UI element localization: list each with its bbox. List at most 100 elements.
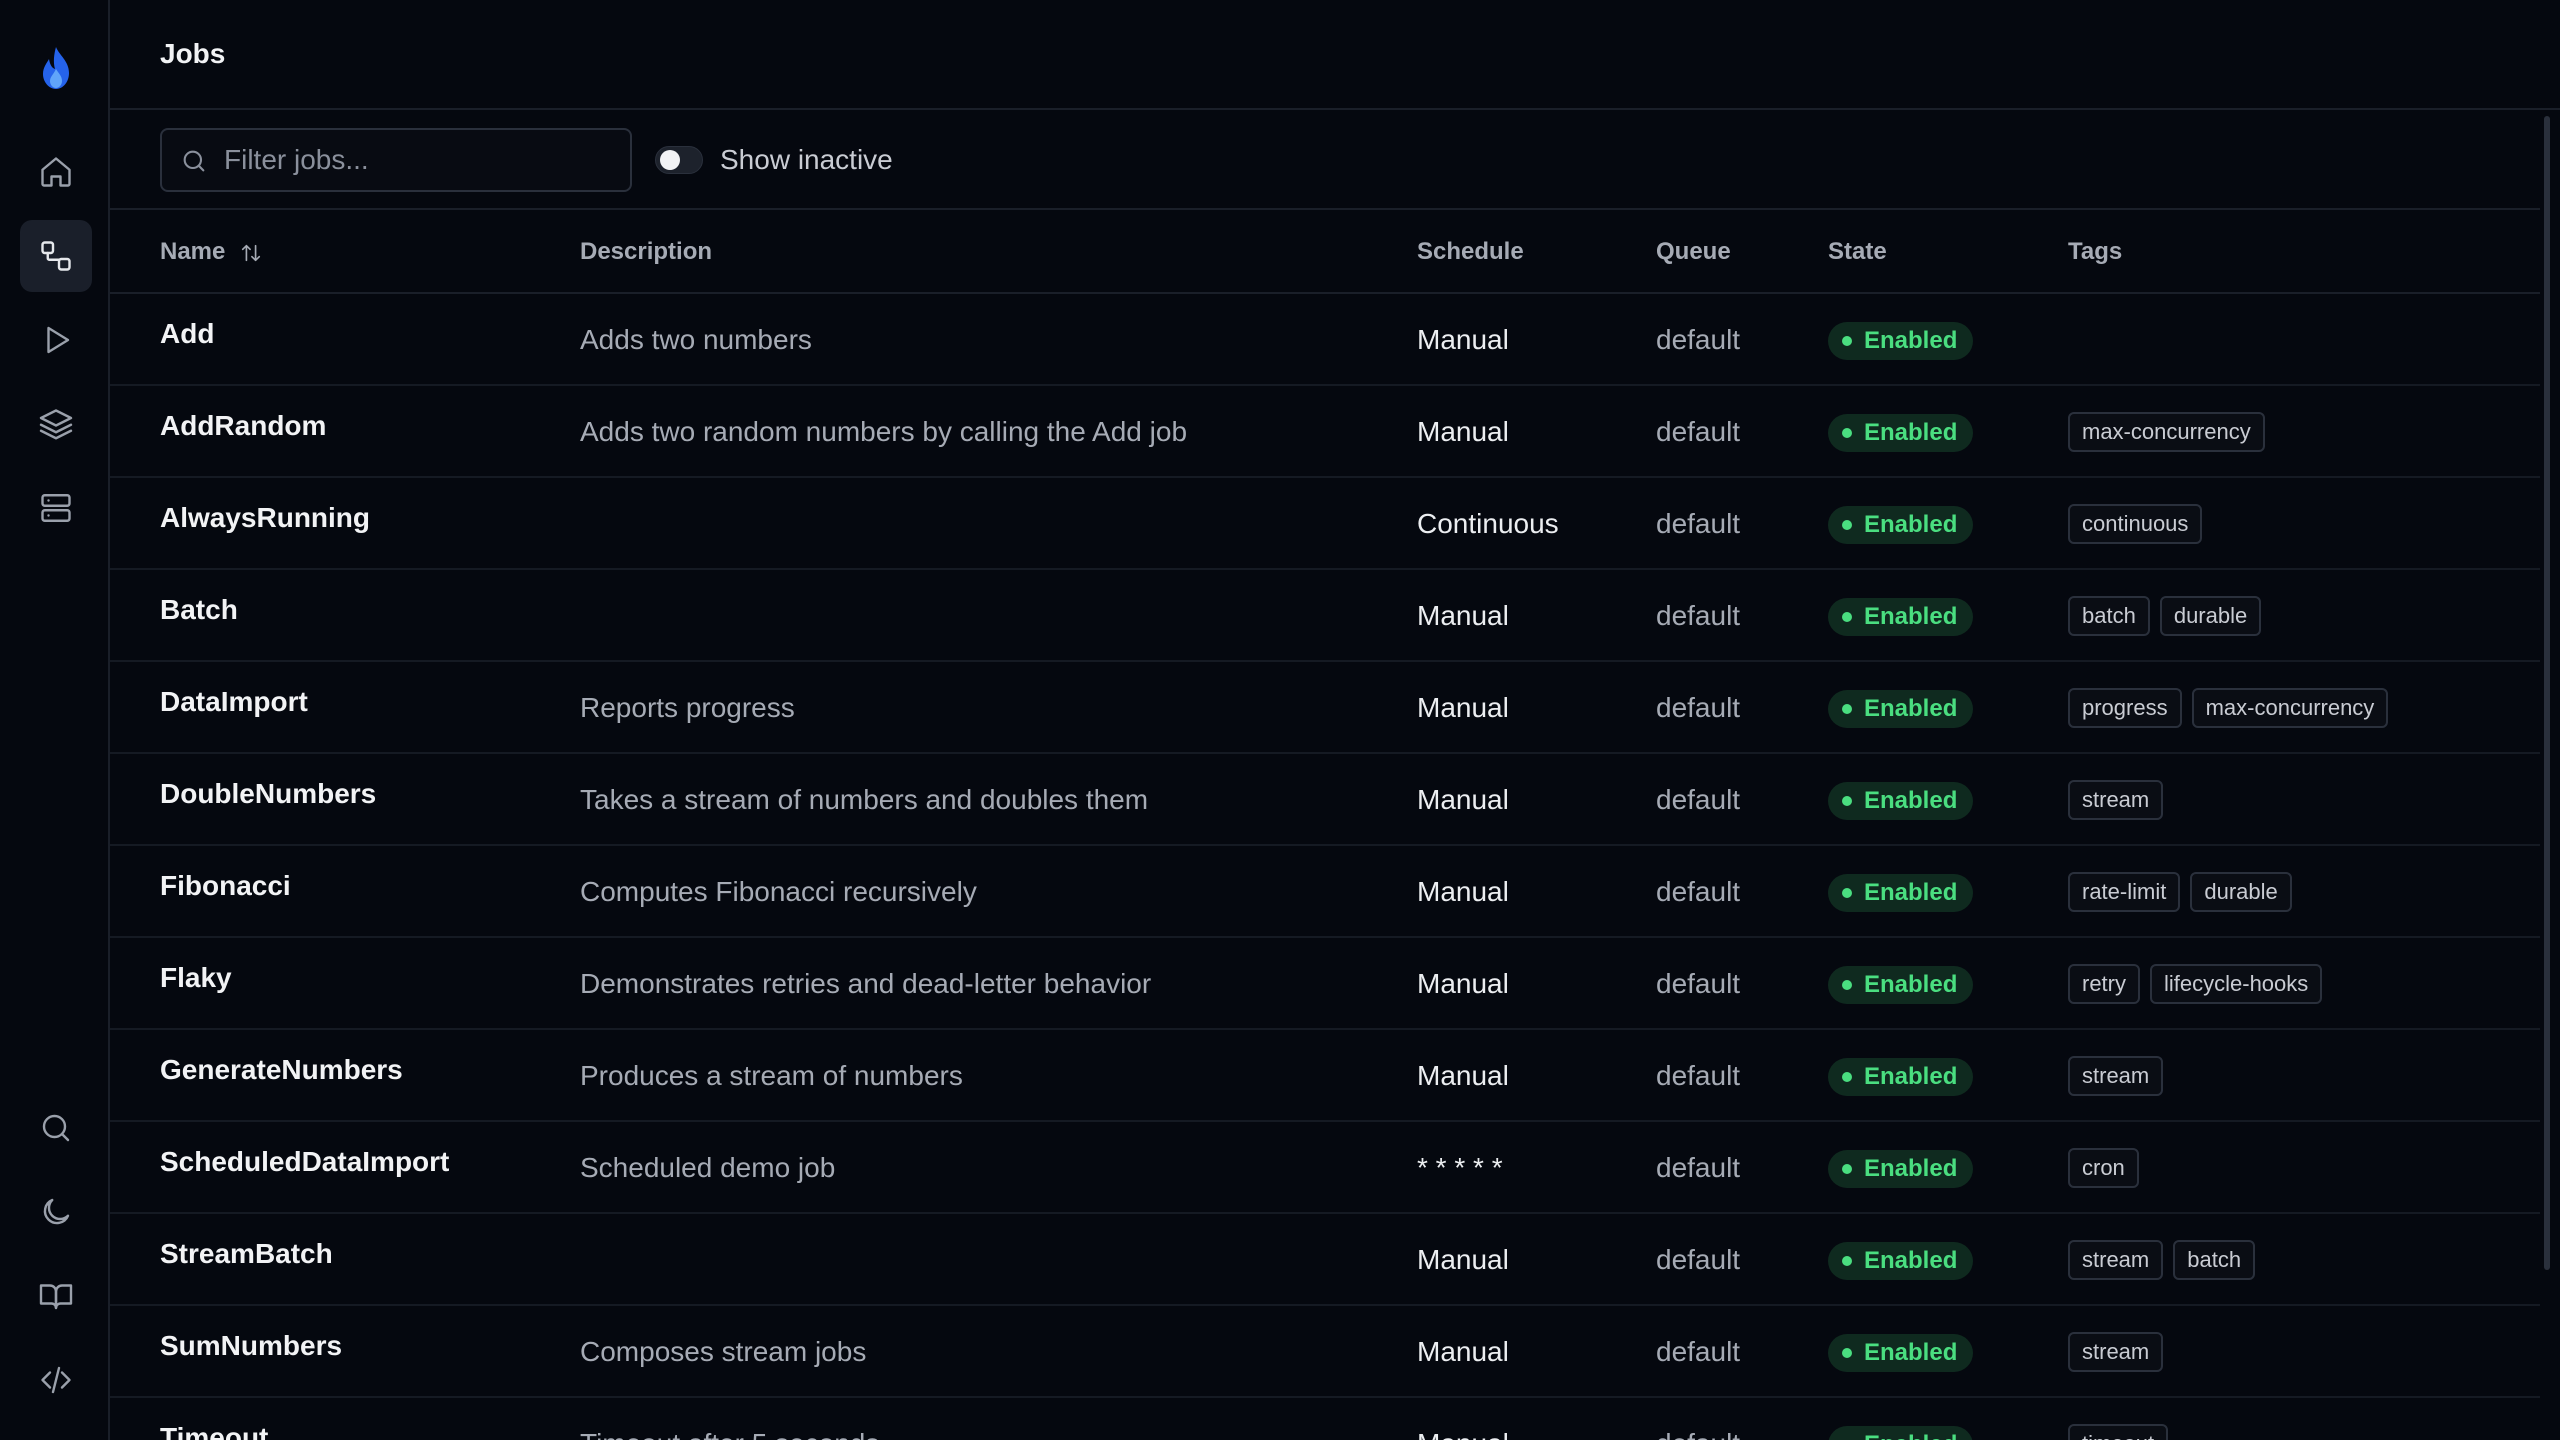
page-header: Jobs bbox=[110, 0, 2560, 110]
job-schedule: Manual bbox=[1417, 1244, 1509, 1275]
job-name[interactable]: AddRandom bbox=[160, 410, 326, 442]
status-dot-icon bbox=[1842, 888, 1852, 898]
api-button[interactable] bbox=[20, 1344, 92, 1416]
job-tags: cron bbox=[2068, 1148, 2139, 1188]
job-tags: continuous bbox=[2068, 504, 2203, 544]
job-name[interactable]: DataImport bbox=[160, 686, 308, 718]
job-schedule: Manual bbox=[1417, 692, 1509, 723]
status-text: Enabled bbox=[1864, 603, 1958, 630]
status-text: Enabled bbox=[1864, 1339, 1958, 1366]
job-name[interactable]: Batch bbox=[160, 594, 238, 626]
tag-chip: batch bbox=[2173, 1240, 2256, 1280]
table-row[interactable]: AlwaysRunning Continuous default Enabled con… bbox=[110, 478, 2540, 570]
filter-jobs-input[interactable] bbox=[224, 130, 624, 190]
column-header-name[interactable]: Name bbox=[160, 238, 262, 266]
sidebar-item-queues[interactable] bbox=[20, 388, 92, 460]
job-schedule: Manual bbox=[1417, 876, 1509, 907]
table-row[interactable]: Add Adds two numbers Manual default Enabled bbox=[110, 294, 2540, 386]
table-row[interactable]: StreamBatch Manual default Enabled stream bat… bbox=[110, 1214, 2540, 1306]
tag-chip: batch bbox=[2068, 596, 2150, 636]
status-dot-icon bbox=[1842, 980, 1852, 990]
job-name[interactable]: GenerateNumbers bbox=[160, 1054, 403, 1086]
table-row[interactable]: DoubleNumbers Takes a stream of numbers a… bbox=[110, 754, 2540, 846]
theme-toggle-button[interactable] bbox=[20, 1176, 92, 1248]
job-description: Adds two numbers bbox=[580, 324, 812, 355]
table-row[interactable]: Flaky Demonstrates retries and dead-lette… bbox=[110, 938, 2540, 1030]
status-badge: Enabled bbox=[1828, 1334, 1974, 1372]
sidebar-item-runs[interactable] bbox=[20, 304, 92, 376]
table-row[interactable]: GenerateNumbers Produces a stream of numb… bbox=[110, 1030, 2540, 1122]
show-inactive-toggle[interactable] bbox=[655, 146, 703, 174]
job-name[interactable]: StreamBatch bbox=[160, 1238, 333, 1270]
job-name[interactable]: SumNumbers bbox=[160, 1330, 342, 1362]
code-icon bbox=[41, 1366, 71, 1394]
job-name[interactable]: Flaky bbox=[160, 962, 232, 994]
job-schedule: Manual bbox=[1417, 1428, 1509, 1440]
job-name[interactable]: ScheduledDataImport bbox=[160, 1146, 449, 1178]
flame-logo-icon[interactable] bbox=[20, 32, 92, 104]
job-state: Enabled bbox=[1828, 506, 1974, 544]
status-dot-icon bbox=[1842, 796, 1852, 806]
show-inactive-label[interactable]: Show inactive bbox=[720, 144, 893, 176]
sidebar-item-jobs[interactable] bbox=[20, 220, 92, 292]
job-description: Timeout after 5 seconds bbox=[580, 1428, 879, 1440]
status-dot-icon bbox=[1842, 704, 1852, 714]
search-icon bbox=[42, 1114, 70, 1142]
sidebar-search-button[interactable] bbox=[20, 1092, 92, 1164]
sidebar-item-home[interactable] bbox=[20, 136, 92, 208]
column-header-tags: Tags bbox=[2068, 238, 2123, 265]
job-tags: stream bbox=[2068, 1056, 2164, 1096]
job-tags: timeout bbox=[2068, 1424, 2169, 1440]
sort-icon bbox=[241, 244, 261, 261]
moon-icon bbox=[43, 1198, 70, 1225]
filter-toolbar: Show inactive bbox=[110, 110, 2540, 210]
scrollbar[interactable] bbox=[2544, 116, 2550, 1270]
tag-chip: timeout bbox=[2068, 1424, 2169, 1440]
table-row[interactable]: ScheduledDataImport Scheduled demo job * *… bbox=[110, 1122, 2540, 1214]
status-dot-icon bbox=[1842, 612, 1852, 622]
job-state: Enabled bbox=[1828, 874, 1974, 912]
tag-chip: max-concurrency bbox=[2191, 688, 2389, 728]
status-badge: Enabled bbox=[1828, 1242, 1974, 1280]
status-text: Enabled bbox=[1864, 1063, 1958, 1090]
job-queue: default bbox=[1656, 1152, 1741, 1183]
app-root: Jobs Show inactive Name Description Sche… bbox=[0, 0, 2560, 1440]
search-box[interactable] bbox=[160, 128, 632, 192]
table-row[interactable]: Fibonacci Computes Fibonacci recursively M… bbox=[110, 846, 2540, 938]
status-dot-icon bbox=[1842, 1164, 1852, 1174]
job-tags: stream bbox=[2068, 780, 2164, 820]
job-name[interactable]: AlwaysRunning bbox=[160, 502, 370, 534]
tag-chip: rate-limit bbox=[2068, 872, 2181, 912]
sidebar-item-workers[interactable] bbox=[20, 472, 92, 544]
status-dot-icon bbox=[1842, 1348, 1852, 1358]
job-name[interactable]: Add bbox=[160, 318, 214, 350]
table-row[interactable]: SumNumbers Composes stream jobs Manual defa… bbox=[110, 1306, 2540, 1398]
table-row[interactable]: AddRandom Adds two random numbers by call… bbox=[110, 386, 2540, 478]
table-row[interactable]: Batch Manual default Enabled batch durable bbox=[110, 570, 2540, 662]
job-description: Demonstrates retries and dead-letter beh… bbox=[580, 968, 1152, 999]
layers-icon bbox=[39, 409, 73, 440]
status-badge: Enabled bbox=[1828, 874, 1974, 912]
workflow-icon bbox=[41, 241, 71, 271]
job-schedule: Manual bbox=[1417, 784, 1509, 815]
docs-button[interactable] bbox=[20, 1260, 92, 1332]
job-description: Composes stream jobs bbox=[580, 1336, 867, 1367]
tag-chip: cron bbox=[2068, 1148, 2139, 1188]
table-row[interactable]: DataImport Reports progress Manual default E… bbox=[110, 662, 2540, 754]
tag-chip: stream bbox=[2068, 780, 2164, 820]
tag-chip: stream bbox=[2068, 1056, 2164, 1096]
table-row[interactable]: Timeout Timeout after 5 seconds Manual defa… bbox=[110, 1398, 2540, 1440]
job-state: Enabled bbox=[1828, 1242, 1974, 1280]
status-text: Enabled bbox=[1864, 1247, 1958, 1274]
job-name[interactable]: Timeout bbox=[160, 1422, 268, 1440]
status-dot-icon bbox=[1842, 1072, 1852, 1082]
job-schedule: Manual bbox=[1417, 1336, 1509, 1367]
tag-chip: retry bbox=[2068, 964, 2140, 1004]
job-schedule: Manual bbox=[1417, 416, 1509, 447]
job-queue: default bbox=[1656, 600, 1741, 631]
sidebar bbox=[0, 0, 110, 1440]
tag-chip: durable bbox=[2190, 872, 2292, 912]
job-queue: default bbox=[1656, 324, 1741, 355]
job-name[interactable]: Fibonacci bbox=[160, 870, 291, 902]
job-name[interactable]: DoubleNumbers bbox=[160, 778, 376, 810]
